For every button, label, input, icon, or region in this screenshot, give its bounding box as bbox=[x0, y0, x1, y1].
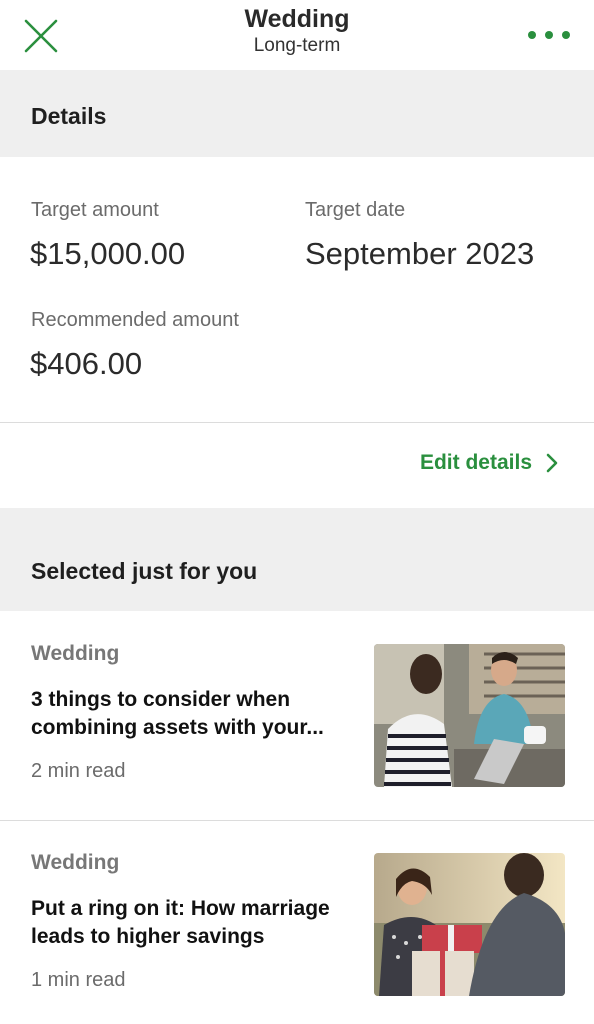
article-thumbnail bbox=[374, 644, 565, 787]
page-title: Wedding bbox=[244, 5, 350, 33]
title-block: Wedding Long-term bbox=[0, 4, 594, 58]
details-heading: Details bbox=[31, 103, 107, 129]
article-category: Wedding bbox=[31, 851, 120, 874]
recommended-amount-value: $406.00 bbox=[30, 346, 143, 381]
recommended-amount-label: Recommended amount bbox=[31, 309, 239, 331]
target-date-label: Target date bbox=[305, 199, 406, 221]
details-section-header: Details bbox=[0, 70, 594, 157]
chevron-right-icon bbox=[546, 453, 558, 473]
more-options-button[interactable] bbox=[528, 26, 570, 44]
article-card[interactable]: Wedding 3 things to consider when combin… bbox=[0, 612, 594, 817]
article-thumbnail bbox=[374, 853, 565, 996]
article-read-time: 2 min read bbox=[31, 760, 126, 782]
target-date-value: September 2023 bbox=[305, 236, 535, 271]
article-read-time: 1 min read bbox=[31, 969, 126, 991]
details-divider bbox=[0, 422, 594, 423]
target-amount-value: $15,000.00 bbox=[30, 236, 186, 271]
recommendations-section-header: Selected just for you bbox=[0, 508, 594, 611]
edit-details-label: Edit details bbox=[419, 451, 532, 474]
more-icon bbox=[528, 31, 536, 39]
article-category: Wedding bbox=[31, 642, 120, 665]
article-card[interactable]: Wedding Put a ring on it: How marriage l… bbox=[0, 821, 594, 1024]
article-title: 3 things to consider when combining asse… bbox=[31, 688, 324, 739]
target-amount-label: Target amount bbox=[31, 199, 159, 221]
more-icon-dot bbox=[545, 31, 553, 39]
edit-details-link[interactable]: Edit details bbox=[420, 448, 558, 478]
article-title: Put a ring on it: How marriage leads to … bbox=[31, 897, 330, 948]
more-icon-dot bbox=[562, 31, 570, 39]
top-bar: Wedding Long-term bbox=[0, 0, 594, 70]
recommendations-heading: Selected just for you bbox=[31, 558, 258, 584]
page-subtitle: Long-term bbox=[253, 35, 341, 56]
